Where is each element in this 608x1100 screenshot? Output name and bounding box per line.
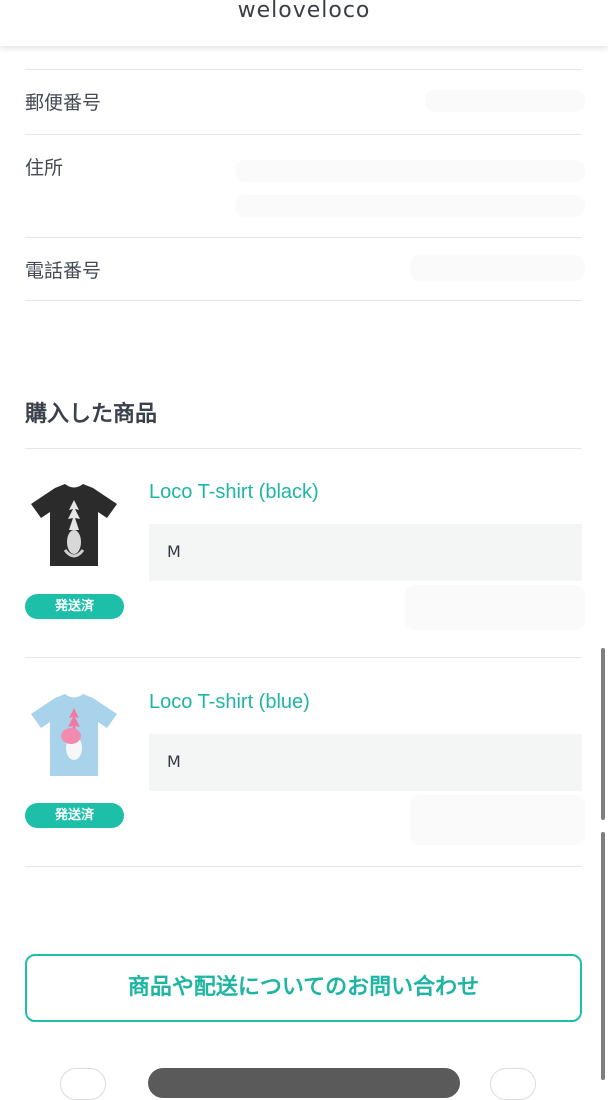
address-label: 住所 [25, 157, 64, 179]
product-thumbnail-blue-tshirt[interactable] [25, 690, 123, 780]
back-nav-button[interactable] [60, 1068, 106, 1100]
brand-logo[interactable]: weloveloco [0, 0, 608, 23]
purchased-items-title: 購入した商品 [25, 402, 158, 427]
phone-label: 電話番号 [25, 260, 102, 282]
redacted-phone [410, 255, 585, 281]
product-size: M [167, 542, 181, 561]
divider [25, 237, 582, 238]
divider [25, 69, 582, 70]
product-option-box: M [149, 524, 582, 581]
product-name-link[interactable]: Loco T-shirt (black) [149, 481, 319, 504]
redacted-address [235, 195, 585, 217]
redacted-shipping-info [410, 795, 585, 845]
divider [25, 448, 582, 449]
contact-inquiry-button[interactable]: 商品や配送についてのお問い合わせ [25, 954, 582, 1022]
divider [25, 134, 582, 135]
divider [25, 300, 582, 301]
scrollbar-thumb[interactable] [601, 648, 605, 820]
divider [25, 657, 582, 658]
postal-code-label: 郵便番号 [25, 92, 102, 114]
product-name-link[interactable]: Loco T-shirt (blue) [149, 691, 310, 714]
forward-nav-button[interactable] [490, 1068, 536, 1100]
redacted-postal-code [425, 90, 585, 112]
divider [25, 866, 582, 867]
product-option-box: M [149, 734, 582, 791]
app-header: weloveloco [0, 0, 608, 46]
shipped-status-badge: 発送済 [25, 594, 124, 619]
product-thumbnail-black-tshirt[interactable] [25, 480, 123, 570]
shipped-status-badge: 発送済 [25, 803, 124, 828]
product-size: M [167, 752, 181, 771]
bottom-action-button[interactable] [148, 1068, 460, 1098]
scrollbar-track[interactable] [601, 832, 605, 1080]
redacted-shipping-info [405, 585, 585, 630]
redacted-address [235, 160, 585, 182]
